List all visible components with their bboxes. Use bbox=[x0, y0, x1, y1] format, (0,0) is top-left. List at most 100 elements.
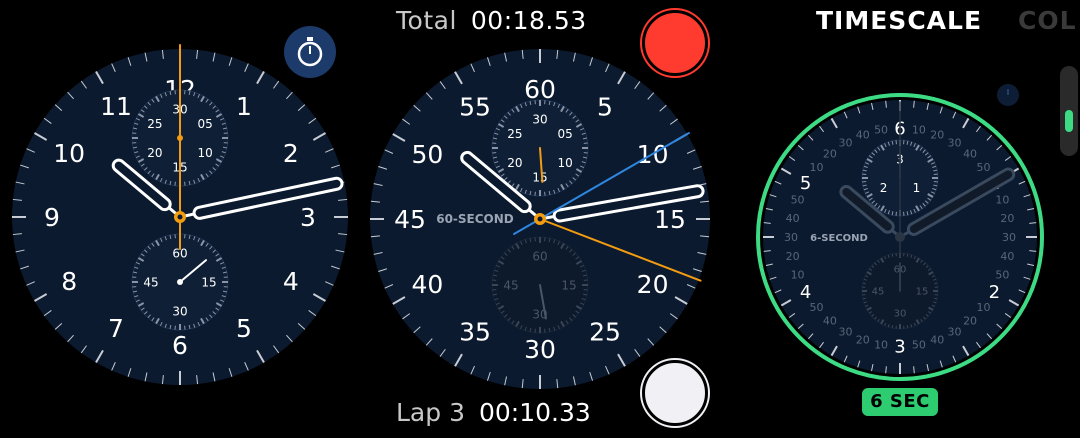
left-hour-numeral: 7 bbox=[108, 314, 124, 343]
right-subdial-bottom-tick bbox=[934, 297, 938, 300]
right-minor-numeral: 30 bbox=[839, 137, 853, 150]
right-minor-numeral: 10 bbox=[976, 301, 990, 314]
left-subdial-top-numeral: 05 bbox=[197, 117, 212, 131]
right-subdial-bottom-tick bbox=[906, 253, 909, 257]
left-subdial-top-numeral: 25 bbox=[147, 117, 162, 131]
right-center-cap bbox=[895, 232, 905, 242]
left-subdial-bottom-numeral: 45 bbox=[143, 275, 158, 289]
left-hour-numeral: 2 bbox=[283, 139, 299, 168]
left-hour-numeral: 4 bbox=[283, 267, 299, 296]
right-minor-numeral: 40 bbox=[963, 148, 977, 161]
right-subdial-bottom-numeral: 45 bbox=[872, 287, 885, 298]
total-value: 00:18.53 bbox=[470, 6, 587, 35]
right-minor-numeral: 40 bbox=[856, 129, 870, 142]
right-main-numeral: 4 bbox=[800, 282, 811, 303]
middle-subdial-top-numeral: 15 bbox=[532, 170, 547, 184]
middle-center-dot bbox=[537, 216, 543, 222]
right-minor-numeral: 20 bbox=[930, 129, 944, 142]
right-minor-numeral: 40 bbox=[1000, 250, 1014, 263]
left-hour-numeral: 3 bbox=[300, 203, 316, 232]
middle-second-numeral: 55 bbox=[459, 92, 491, 121]
left-hour-numeral: 6 bbox=[172, 331, 188, 360]
left-hour-numeral: 10 bbox=[53, 139, 85, 168]
right-subdial-bottom-tick bbox=[862, 297, 866, 300]
middle-subdial-bottom-numeral: 45 bbox=[503, 278, 518, 292]
right-subdial-bottom-tick bbox=[934, 282, 938, 285]
right-minor-numeral: 10 bbox=[912, 124, 926, 137]
right-minor-numeral: 50 bbox=[810, 301, 824, 314]
right-minor-numeral: 10 bbox=[810, 161, 824, 174]
right-subdial-bottom-tick bbox=[906, 325, 909, 329]
left-subdial-top-numeral: 20 bbox=[147, 146, 162, 160]
tab-color[interactable]: COL bbox=[1018, 6, 1077, 35]
right-minor-numeral: 30 bbox=[839, 325, 853, 338]
right-minor-numeral: 30 bbox=[948, 137, 962, 150]
middle-subdial-top-numeral: 30 bbox=[532, 112, 547, 126]
right-subdial-bottom-tick bbox=[862, 282, 866, 285]
right-subdial-bottom-numeral: 15 bbox=[916, 287, 929, 298]
right-main-numeral: 3 bbox=[894, 336, 905, 357]
right-minor-numeral: 40 bbox=[930, 333, 944, 346]
total-label: Total bbox=[396, 6, 457, 35]
middle-subdial-top-numeral: 25 bbox=[507, 127, 522, 141]
stopwatch-glyph bbox=[297, 37, 323, 67]
middle-subdial-top-numeral: 05 bbox=[557, 127, 572, 141]
middle-second-numeral: 25 bbox=[589, 318, 621, 347]
lap-value: 00:10.33 bbox=[478, 398, 591, 427]
right-main-numeral: 2 bbox=[989, 282, 1000, 303]
right-dial-svg: 6123451020304050102030405010203040501020… bbox=[756, 84, 1044, 381]
right-main-numeral: 5 bbox=[800, 173, 811, 194]
right-subdial-top-numeral: 2 bbox=[880, 181, 888, 195]
left-watch-face[interactable]: 12123456789101130051015202560153045 bbox=[0, 0, 360, 438]
right-minor-numeral: 10 bbox=[995, 194, 1009, 207]
middle-second-numeral: 35 bbox=[459, 318, 491, 347]
left-subdial-bottom-numeral: 30 bbox=[172, 304, 187, 318]
lap-time-display: Lap 3 00:10.33 bbox=[396, 398, 591, 427]
middle-subdial-top-numeral: 10 bbox=[557, 156, 572, 170]
middle-dial-label: 60-SECOND bbox=[436, 212, 514, 226]
timescale-badge: 6 SEC bbox=[862, 388, 938, 416]
right-minor-numeral: 10 bbox=[874, 338, 888, 351]
right-subdial-bottom-tick bbox=[891, 325, 894, 329]
right-minor-numeral: 20 bbox=[856, 333, 870, 346]
middle-second-numeral: 20 bbox=[637, 270, 669, 299]
right-minor-numeral: 10 bbox=[791, 268, 805, 281]
middle-second-numeral: 15 bbox=[654, 205, 686, 234]
middle-second-numeral: 40 bbox=[412, 270, 444, 299]
right-watch-face[interactable]: 6123451020304050102030405010203040501020… bbox=[720, 0, 1080, 438]
right-minor-numeral: 50 bbox=[995, 268, 1009, 281]
left-hour-numeral: 8 bbox=[61, 267, 77, 296]
right-subdial-top-numeral: 1 bbox=[913, 181, 921, 195]
lap-button[interactable] bbox=[642, 360, 708, 426]
left-subdial-bottom-numeral: 15 bbox=[201, 275, 216, 289]
middle-second-numeral: 45 bbox=[394, 205, 426, 234]
right-minor-numeral: 20 bbox=[786, 250, 800, 263]
tab-timescale[interactable]: TIMESCALE bbox=[816, 6, 982, 35]
right-minor-numeral: 30 bbox=[1002, 231, 1016, 244]
digital-crown-scroll-indicator[interactable] bbox=[1060, 66, 1078, 156]
middle-second-numeral: 50 bbox=[412, 140, 444, 169]
right-minor-numeral: 20 bbox=[823, 148, 837, 161]
right-minor-numeral: 20 bbox=[963, 314, 977, 327]
scroll-thumb[interactable] bbox=[1065, 110, 1073, 132]
right-minor-numeral: 30 bbox=[948, 325, 962, 338]
stop-button[interactable] bbox=[642, 10, 708, 76]
middle-subdial-bottom-numeral: 60 bbox=[532, 249, 547, 263]
right-minor-numeral: 50 bbox=[976, 161, 990, 174]
left-hour-numeral: 1 bbox=[236, 92, 252, 121]
right-minor-numeral: 20 bbox=[1000, 212, 1014, 225]
right-minor-numeral: 50 bbox=[912, 338, 926, 351]
middle-second-numeral: 5 bbox=[597, 92, 613, 121]
right-dial-label: 6-SECOND bbox=[810, 233, 868, 244]
right-minor-numeral: 40 bbox=[786, 212, 800, 225]
lap-label: Lap 3 bbox=[396, 398, 465, 427]
right-dim-complication-icon bbox=[997, 84, 1019, 106]
left-center-dot bbox=[177, 214, 183, 220]
right-minor-numeral: 30 bbox=[784, 231, 798, 244]
right-subdial-bottom-numeral: 30 bbox=[894, 309, 907, 320]
stopwatch-complication-icon[interactable] bbox=[284, 26, 336, 78]
left-subdial-bottom-pivot bbox=[177, 279, 183, 285]
right-minor-numeral: 50 bbox=[791, 194, 805, 207]
left-hour-numeral: 9 bbox=[44, 203, 60, 232]
left-subdial-top-numeral: 10 bbox=[197, 146, 212, 160]
